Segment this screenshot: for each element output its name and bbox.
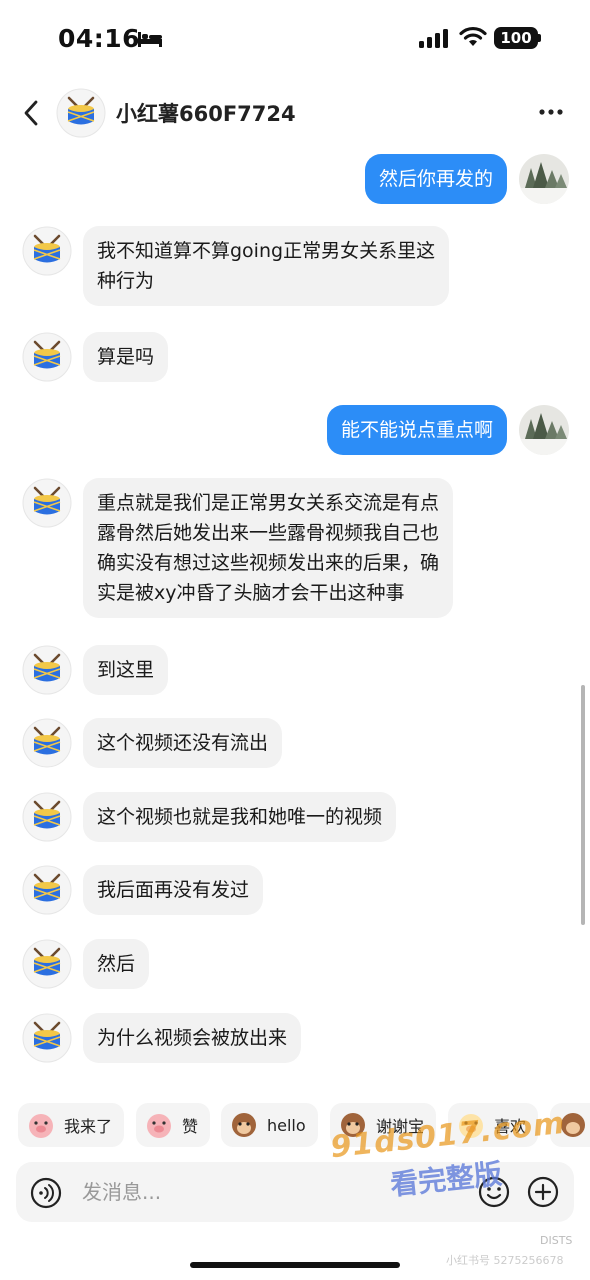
quick-reply-label: 赞 (182, 1117, 199, 1136)
contact-avatar[interactable] (22, 478, 72, 528)
message-line: 我后面再没有发过 (97, 879, 250, 901)
more-dots-icon[interactable] (538, 102, 564, 122)
quick-reply-chip[interactable]: 我来了 (18, 1103, 125, 1147)
contact-avatar[interactable] (22, 332, 72, 382)
contact-avatar[interactable] (22, 718, 72, 768)
contact-name: 小红薯660F7724 (116, 102, 296, 126)
contact-avatar[interactable] (22, 939, 72, 989)
message-bubble-incoming[interactable]: 重点就是我们是正常男女关系交流是有点 露骨然后她发出来一些露骨视频我自己也 确实没有… (83, 478, 454, 618)
message-line: 为什么视频会被放出来 (97, 1027, 288, 1049)
quick-reply-label: 我来了 (64, 1117, 113, 1136)
message-line: 种行为 (97, 270, 155, 292)
contact-avatar[interactable] (22, 645, 72, 695)
quick-reply-chip[interactable]: 赞 (136, 1103, 211, 1147)
message-bubble-incoming[interactable]: 为什么视频会被放出来 (83, 1013, 302, 1063)
message-line: 这个视频也就是我和她唯一的视频 (97, 806, 383, 828)
message-line: 我不知道算不算going正常男女关系里这 (97, 240, 436, 262)
contact-avatar[interactable] (22, 1013, 72, 1063)
status-bar: 04:16 100 (0, 0, 590, 80)
pig-sticker-icon (147, 1114, 171, 1138)
contact-avatar[interactable] (22, 865, 72, 915)
quick-reply-chip[interactable]: hello (221, 1103, 318, 1147)
message-bubble-incoming[interactable]: 这个视频还没有流出 (83, 718, 283, 768)
pig-sticker-icon (29, 1114, 53, 1138)
contact-avatar[interactable] (56, 88, 106, 138)
battery-tip (538, 34, 541, 42)
message-list[interactable]: 然后你再发的我不知道算不算going正常男女关系里这 种行为算是吗能不能说点重点啊… (0, 148, 590, 1078)
chevron-left-icon[interactable] (18, 97, 46, 129)
message-bubble-incoming[interactable]: 我后面再没有发过 (83, 865, 264, 915)
signal-icon (419, 29, 448, 48)
self-avatar[interactable] (519, 154, 569, 204)
quick-reply-label: hello (267, 1115, 306, 1135)
message-line: 重点就是我们是正常男女关系交流是有点 (97, 492, 440, 514)
self-avatar[interactable] (519, 405, 569, 455)
message-bubble-incoming[interactable]: 到这里 (83, 645, 169, 695)
contact-avatar[interactable] (22, 226, 72, 276)
wifi-icon (459, 26, 487, 46)
monkey-sticker-icon (232, 1113, 256, 1137)
scrollbar[interactable] (581, 685, 585, 925)
bed-icon (138, 32, 162, 47)
contact-avatar[interactable] (22, 792, 72, 842)
message-line: 露骨然后她发出来一些露骨视频我自己也 (97, 522, 440, 544)
message-bubble-incoming[interactable]: 这个视频也就是我和她唯一的视频 (83, 792, 397, 842)
message-bubble-outgoing[interactable]: 然后你再发的 (364, 154, 507, 204)
battery-icon: 100 (494, 27, 538, 49)
message-line: 到这里 (97, 659, 155, 681)
message-line: 算是吗 (97, 346, 155, 368)
message-bubble-incoming[interactable]: 算是吗 (83, 332, 169, 382)
home-indicator[interactable] (190, 1262, 400, 1268)
plus-icon[interactable] (527, 1176, 559, 1208)
watermark-small: 小红书号 5275256678 (446, 1254, 564, 1267)
status-time: 04:16 (58, 24, 141, 53)
message-line: 确实没有想过这些视频发出来的后果，确 (97, 552, 440, 574)
voice-icon[interactable] (30, 1177, 62, 1209)
watermark-tag: DISTS (540, 1234, 573, 1247)
message-line: 实是被xy冲昏了头脑才会干出这种事 (97, 582, 405, 604)
message-bubble-incoming[interactable]: 我不知道算不算going正常男女关系里这 种行为 (83, 226, 450, 306)
message-line: 这个视频还没有流出 (97, 732, 269, 754)
chat-header: 小红薯660F7724 (0, 82, 590, 144)
message-bubble-incoming[interactable]: 然后 (83, 939, 150, 989)
message-bubble-outgoing[interactable]: 能不能说点重点啊 (326, 405, 507, 455)
message-line: 然后 (97, 953, 136, 975)
